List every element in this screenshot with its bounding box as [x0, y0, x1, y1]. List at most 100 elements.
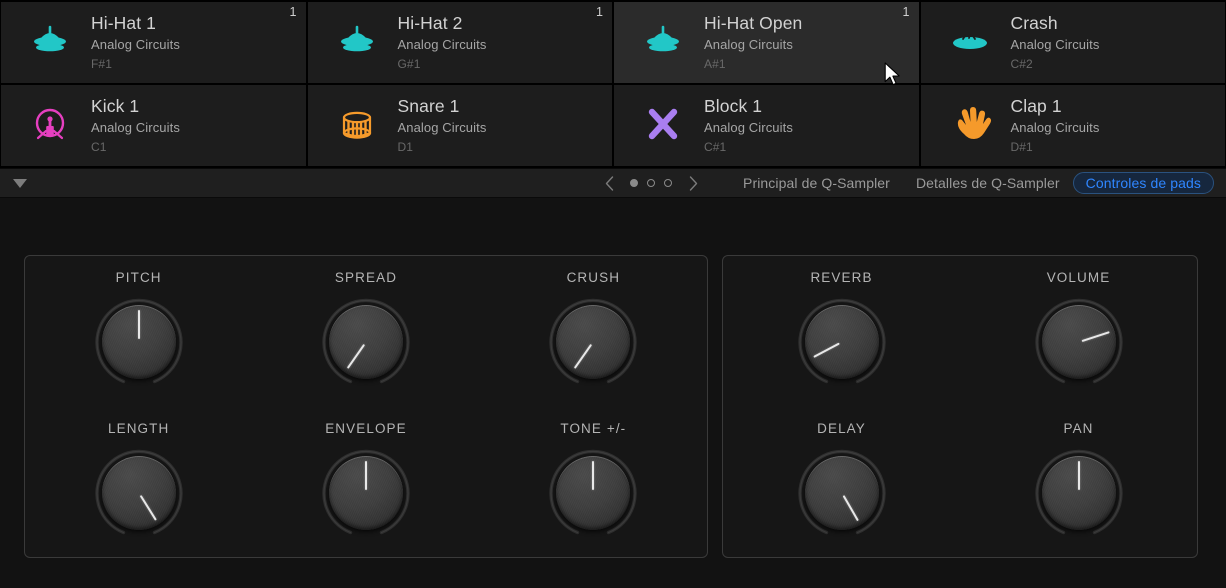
- pad-subtitle: Analog Circuits: [398, 35, 487, 55]
- knob-pointer-wrap: [1042, 456, 1116, 530]
- pad-cell[interactable]: Hi-Hat OpenAnalog CircuitsA#1 1: [614, 2, 919, 83]
- pad-title: Snare 1: [398, 95, 487, 118]
- pad-text: CrashAnalog CircuitsC#2: [1007, 12, 1100, 73]
- pad-text: Block 1Analog CircuitsC#1: [700, 95, 793, 156]
- knob-pointer-wrap: [556, 456, 630, 530]
- knob-label: REVERB: [810, 269, 872, 287]
- knob-pointer-wrap: [102, 305, 176, 379]
- knob-control[interactable]: [547, 447, 639, 539]
- pad-title: Hi-Hat 1: [91, 12, 180, 35]
- knob-control[interactable]: [1033, 296, 1125, 388]
- pad-title: Hi-Hat 2: [398, 12, 487, 35]
- pad-text: Hi-Hat 1Analog CircuitsF#1: [87, 12, 180, 73]
- knob-pointer-wrap: [805, 305, 879, 379]
- knob-pointer-wrap: [805, 456, 879, 530]
- tab-2[interactable]: Detalles de Q-Sampler: [903, 172, 1073, 194]
- pad-note: G#1: [398, 55, 487, 73]
- pad-note: C1: [91, 138, 180, 156]
- knob-cell: VOLUME: [960, 256, 1197, 407]
- pad-badge: 1: [290, 5, 297, 19]
- chevron-right-icon[interactable]: [680, 171, 706, 195]
- pad-cell[interactable]: Clap 1Analog CircuitsD#1: [921, 85, 1226, 166]
- knob-control[interactable]: [93, 296, 185, 388]
- knob-pointer: [592, 461, 594, 490]
- pad-cell[interactable]: Hi-Hat 2Analog CircuitsG#11: [308, 2, 613, 83]
- knob-label: TONE +/-: [560, 420, 626, 438]
- pad-subtitle: Analog Circuits: [704, 35, 802, 55]
- pad-subtitle: Analog Circuits: [398, 118, 487, 138]
- sample-knob-grid: PITCH SPREAD CRUSH LENGTH ENVELOPE TONE +/-: [25, 256, 707, 557]
- pad-text: Snare 1Analog CircuitsD1: [394, 95, 487, 156]
- knob-control[interactable]: [796, 447, 888, 539]
- knob-pointer: [1078, 461, 1080, 490]
- knob-control[interactable]: [1033, 447, 1125, 539]
- pad-note: A#1: [704, 55, 802, 73]
- view-toolbar: Principal de Q-SamplerDetalles de Q-Samp…: [0, 168, 1226, 198]
- kick-drum-icon: [15, 98, 87, 154]
- pad-note: D#1: [1011, 138, 1100, 156]
- page-dot[interactable]: [664, 179, 672, 187]
- knob-pointer: [574, 344, 592, 369]
- mix-controls-panel: REVERB VOLUME DELAY PAN: [722, 255, 1198, 558]
- knob-control[interactable]: [320, 296, 412, 388]
- pad-cell[interactable]: CrashAnalog CircuitsC#2: [921, 2, 1226, 83]
- knob-control[interactable]: [547, 296, 639, 388]
- knob-cell: ENVELOPE: [252, 407, 479, 558]
- pad-badge: 1: [903, 5, 910, 19]
- knob-pointer: [138, 310, 140, 339]
- view-tabs: Principal de Q-SamplerDetalles de Q-Samp…: [706, 172, 1226, 194]
- pad-title: Hi-Hat Open: [704, 12, 802, 35]
- disclosure-triangle-button[interactable]: [0, 179, 34, 188]
- chevron-left-icon[interactable]: [596, 171, 622, 195]
- knob-cell: REVERB: [723, 256, 960, 407]
- knob-label: LENGTH: [108, 420, 169, 438]
- knob-control[interactable]: [796, 296, 888, 388]
- triangle-down-icon: [13, 179, 27, 188]
- clap-hand-icon: [935, 98, 1007, 154]
- snare-drum-icon: [322, 98, 394, 154]
- knob-label: PAN: [1063, 420, 1093, 438]
- knob-pointer-wrap: [329, 305, 403, 379]
- pad-title: Clap 1: [1011, 95, 1100, 118]
- tab-3[interactable]: Controles de pads: [1073, 172, 1214, 194]
- pad-cell[interactable]: Block 1Analog CircuitsC#1: [614, 85, 919, 166]
- page-dot[interactable]: [647, 179, 655, 187]
- knob-pointer-wrap: [1042, 305, 1116, 379]
- pad-subtitle: Analog Circuits: [1011, 118, 1100, 138]
- pad-cell[interactable]: Hi-Hat 1Analog CircuitsF#1 1: [1, 2, 306, 83]
- pad-subtitle: Analog Circuits: [91, 118, 180, 138]
- knob-control[interactable]: [320, 447, 412, 539]
- knob-cell: CRUSH: [480, 256, 707, 407]
- q-sampler-pad-controls-window: Hi-Hat 1Analog CircuitsF#11Hi-Hat 2Analo…: [0, 0, 1226, 588]
- hihat-closed-icon: [322, 15, 394, 71]
- page-pager: [596, 171, 706, 195]
- knob-pointer: [139, 495, 156, 521]
- pad-title: Block 1: [704, 95, 793, 118]
- tab-1[interactable]: Principal de Q-Sampler: [730, 172, 903, 194]
- knob-label: DELAY: [817, 420, 866, 438]
- knob-cell: SPREAD: [252, 256, 479, 407]
- knob-pointer: [1081, 331, 1109, 342]
- pad-subtitle: Analog Circuits: [91, 35, 180, 55]
- crash-cymbal-icon: [935, 15, 1007, 71]
- pad-text: Hi-Hat OpenAnalog CircuitsA#1: [700, 12, 802, 73]
- pad-cell[interactable]: Kick 1Analog CircuitsC1: [1, 85, 306, 166]
- knob-cell: PITCH: [25, 256, 252, 407]
- pad-controls-area: PITCH SPREAD CRUSH LENGTH ENVELOPE TONE +/- R…: [0, 200, 1226, 588]
- pad-cell[interactable]: Snare 1Analog CircuitsD1: [308, 85, 613, 166]
- knob-cell: PAN: [960, 407, 1197, 558]
- page-dots[interactable]: [622, 179, 680, 187]
- page-dot[interactable]: [630, 179, 638, 187]
- knob-pointer-wrap: [556, 305, 630, 379]
- knob-pointer: [365, 461, 367, 490]
- knob-cell: DELAY: [723, 407, 960, 558]
- block-sticks-icon: [628, 98, 700, 154]
- knob-label: SPREAD: [335, 269, 397, 287]
- mix-knob-grid: REVERB VOLUME DELAY PAN: [723, 256, 1197, 557]
- hihat-closed-icon: [15, 15, 87, 71]
- pad-note: F#1: [91, 55, 180, 73]
- pad-subtitle: Analog Circuits: [704, 118, 793, 138]
- knob-control[interactable]: [93, 447, 185, 539]
- knob-cell: TONE +/-: [480, 407, 707, 558]
- knob-pointer: [813, 343, 840, 358]
